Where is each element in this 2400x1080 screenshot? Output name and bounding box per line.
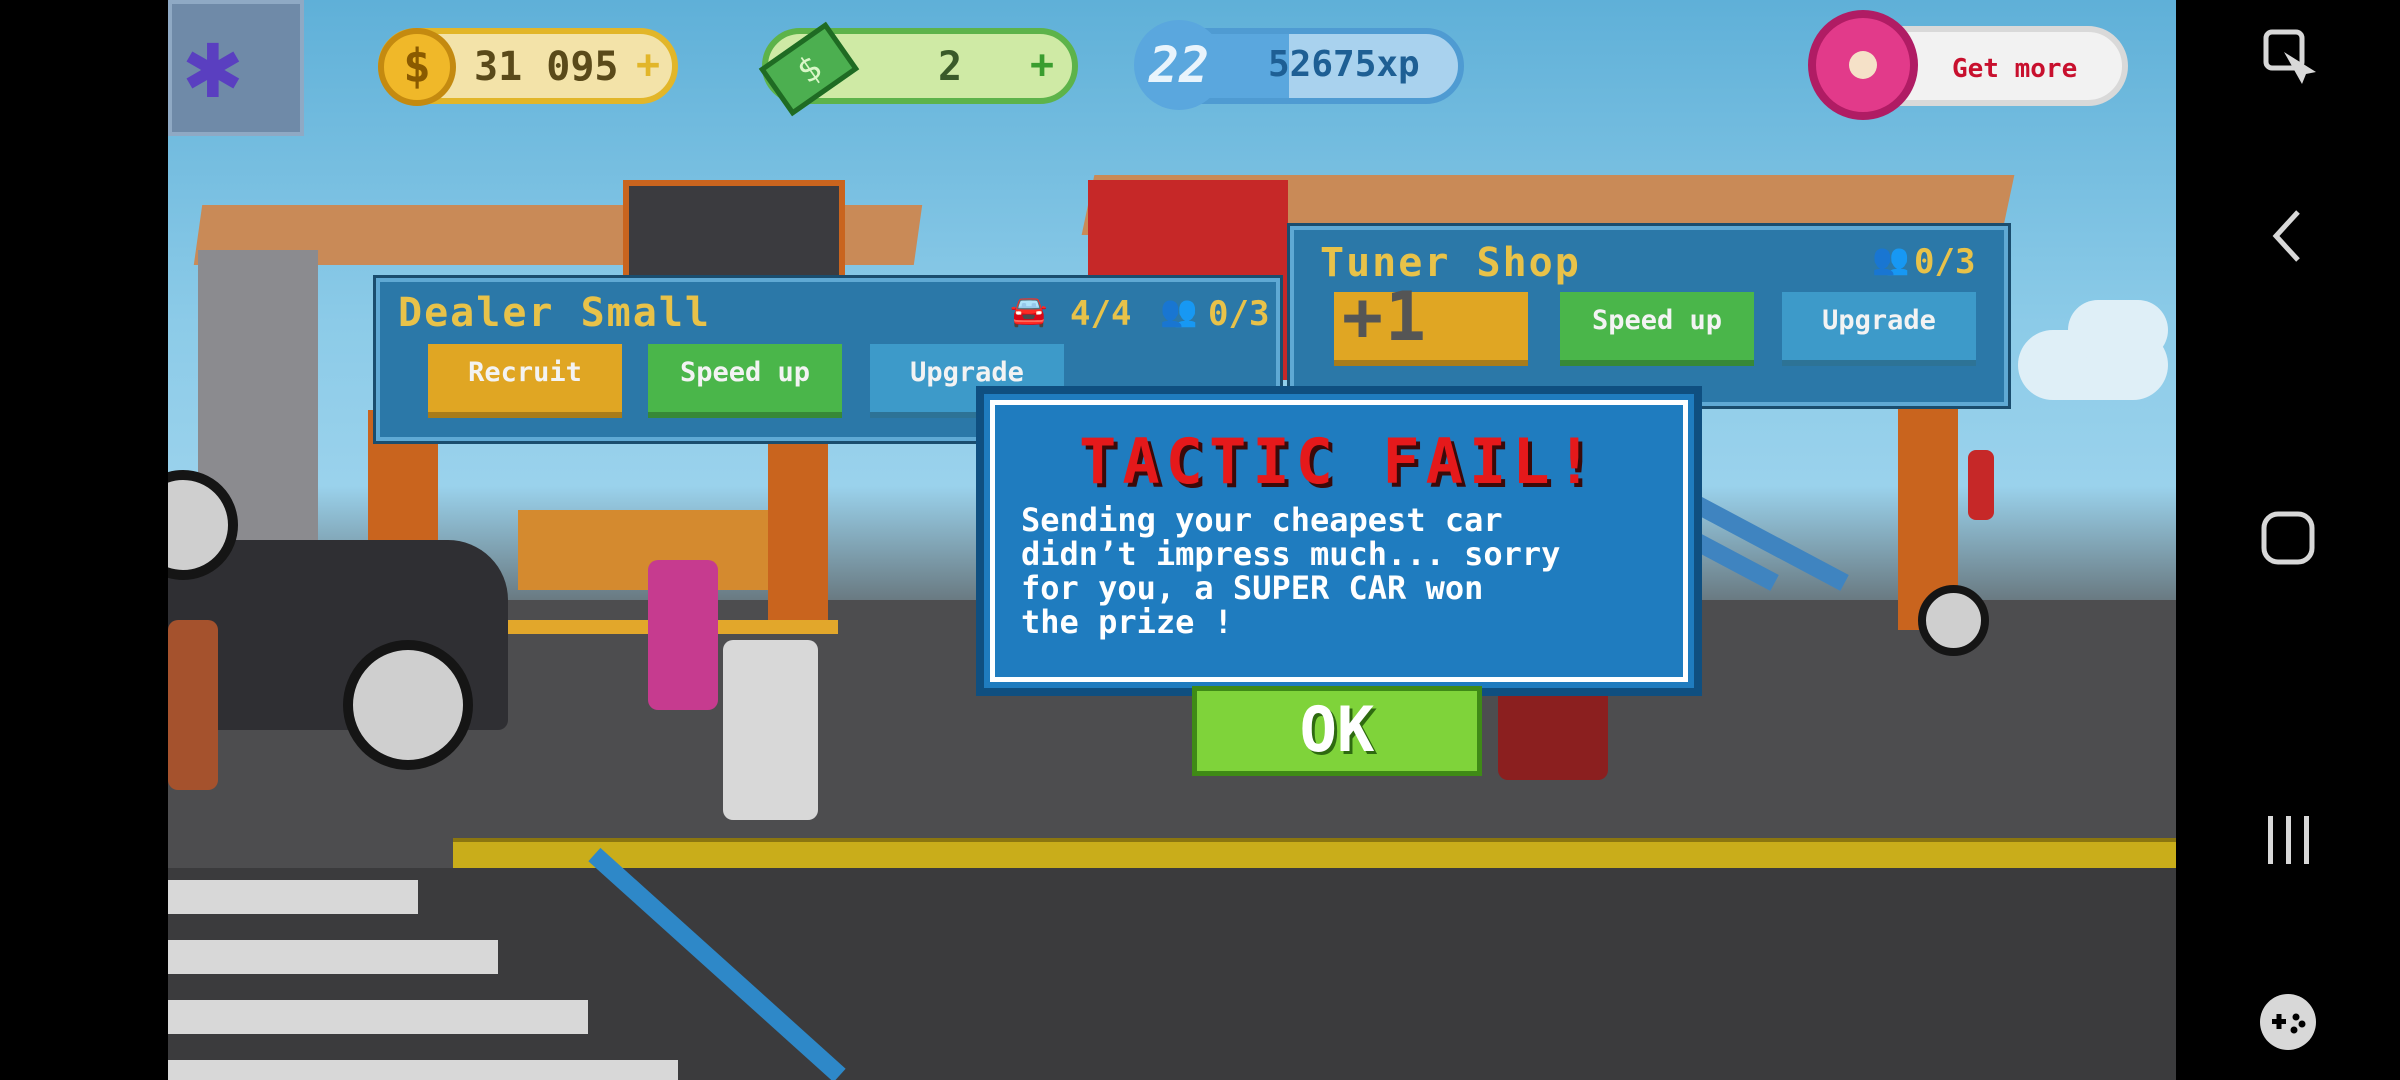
xp-value: 52675xp <box>1268 44 1420 85</box>
back-icon[interactable] <box>2176 206 2400 276</box>
dialog-frame: TACTIC FAIL! Sending your cheapest car d… <box>990 400 1688 682</box>
game-viewport[interactable]: Dealer Small 🚘 4/4 👥 0/3 Recruit Speed u… <box>168 0 2176 1080</box>
crosswalk-stripe <box>168 1060 678 1080</box>
tuner-staff-count: 0/3 <box>1914 242 1976 282</box>
tactic-fail-dialog: TACTIC FAIL! Sending your cheapest car d… <box>976 386 1702 696</box>
cash-plus-icon[interactable]: + <box>1030 42 1054 88</box>
dealer-pillar <box>768 420 828 620</box>
street-curb <box>453 838 2176 872</box>
dealer-staff-count: 0/3 <box>1208 294 1270 334</box>
staff-icon: 👥 <box>1872 242 1910 277</box>
level-badge: 22 <box>1134 20 1224 110</box>
screenshot-tool-icon[interactable] <box>2176 26 2400 96</box>
game-controller-icon[interactable] <box>2176 990 2400 1060</box>
home-icon[interactable] <box>2176 508 2400 578</box>
dialog-title: TACTIC FAIL! <box>1079 425 1599 498</box>
character[interactable] <box>168 620 218 790</box>
coins-value: 31 095 <box>474 44 619 90</box>
ok-button[interactable]: OK <box>1192 686 1482 776</box>
recruit-button[interactable]: Recruit <box>428 344 622 418</box>
car-wheel <box>343 640 473 770</box>
road <box>168 868 2176 1080</box>
dealer-counter <box>518 510 768 590</box>
tuner-speed-up-button[interactable]: Speed up <box>1560 292 1754 366</box>
fire-extinguisher <box>1968 450 1994 520</box>
coin-icon: $ <box>378 28 456 106</box>
get-more-label: Get more <box>1952 54 2078 84</box>
cloud <box>2068 300 2168 360</box>
dealer-speed-up-button[interactable]: Speed up <box>648 344 842 418</box>
cash-value: 2 <box>938 44 963 90</box>
android-navigation-bar <box>2176 0 2400 1080</box>
player-avatar-button[interactable]: ✱ <box>168 0 304 136</box>
recents-icon[interactable] <box>2176 810 2400 880</box>
car-icon: 🚘 <box>1010 294 1048 329</box>
character[interactable] <box>723 640 818 820</box>
tire <box>1918 585 1989 656</box>
crosswalk-stripe <box>168 1000 588 1034</box>
avatar-icon: ✱ <box>184 8 242 120</box>
dealer-title: Dealer Small <box>398 290 711 336</box>
coins-plus-icon[interactable]: + <box>636 42 660 88</box>
floating-bonus: +1 <box>1342 278 1428 357</box>
character[interactable] <box>648 560 718 710</box>
dealer-cars-count: 4/4 <box>1070 294 1132 334</box>
crosswalk-stripe <box>168 940 498 974</box>
staff-icon: 👥 <box>1160 294 1198 329</box>
crosswalk-stripe <box>168 880 418 914</box>
donut-icon <box>1808 10 1918 120</box>
tuner-upgrade-button[interactable]: Upgrade <box>1782 292 1976 366</box>
tuner-panel: Tuner Shop 👥 0/3 +1 Speed up Upgrade <box>1290 226 2008 406</box>
dialog-message: Sending your cheapest car didn’t impress… <box>1021 501 1561 641</box>
